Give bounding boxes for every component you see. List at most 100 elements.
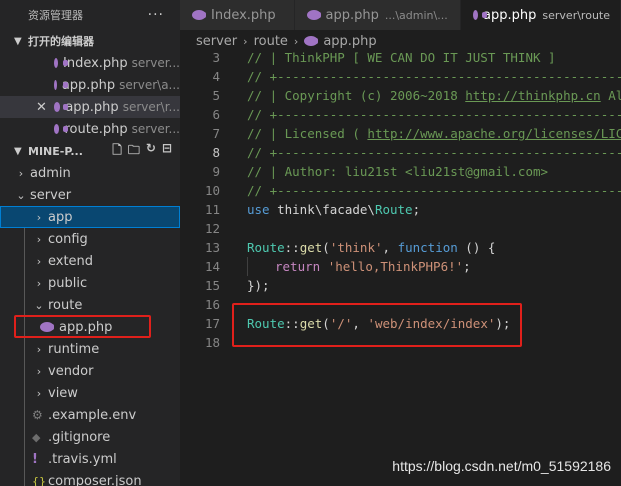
gear-icon: ⚙ — [32, 408, 43, 422]
open-editor-item-active[interactable]: ✕ app.php server\r... — [0, 96, 180, 118]
comment: // | Copyright (c) 2006~2018 — [247, 88, 466, 103]
close-icon[interactable]: ✕ — [36, 100, 47, 115]
tree-item-route[interactable]: ⌄ route — [0, 294, 180, 316]
function-name: get — [299, 240, 323, 255]
open-editors-title: 打开的编辑器 — [28, 35, 94, 48]
open-editor-desc: server\a... — [119, 78, 180, 92]
workspace-section[interactable]: ▼ MINE-P... 🗋 🗀 ↻ ⊟ — [0, 140, 180, 162]
comment: // +------------------------------------… — [247, 183, 621, 198]
php-icon — [304, 36, 319, 46]
comment: // +------------------------------------… — [247, 145, 621, 160]
open-editor-item[interactable]: app.php server\a... — [0, 74, 180, 96]
tree-label: composer.json — [48, 473, 142, 486]
code-line: 3 // | ThinkPHP [ WE CAN DO IT JUST THIN… — [180, 52, 621, 67]
collapse-all-icon[interactable]: ⊟ — [162, 141, 172, 162]
tree-label: admin — [30, 165, 71, 181]
operator: :: — [284, 240, 300, 255]
line-number: 6 — [212, 107, 220, 122]
line-number: 7 — [212, 126, 220, 141]
exclamation-icon: ! — [32, 451, 38, 467]
indent-guide — [24, 382, 25, 404]
line-number: 4 — [212, 69, 220, 84]
refresh-icon[interactable]: ↻ — [146, 141, 156, 162]
tab-admin-app-php[interactable]: app.php ...\admin\... — [294, 0, 461, 30]
string: 'hello,ThinkPHP6!' — [327, 259, 464, 274]
class-name: Route — [247, 240, 285, 255]
chevron-right-icon: › — [36, 342, 42, 356]
tree-label: route — [48, 297, 83, 313]
tree-item-runtime[interactable]: › runtime — [0, 338, 180, 360]
punctuation: , — [382, 240, 398, 255]
open-editor-item[interactable]: route.php server... — [0, 118, 180, 140]
punctuation: ; — [463, 259, 471, 274]
tree-item-gitignore[interactable]: ◆ .gitignore — [0, 426, 180, 448]
more-actions-icon[interactable]: ··· — [148, 7, 164, 23]
open-editor-item[interactable]: Index.php server... — [0, 52, 180, 74]
indent-guide — [24, 272, 25, 294]
tree-item-extend[interactable]: › extend — [0, 250, 180, 272]
indent-guide — [24, 470, 25, 486]
code-text: // | ThinkPHP [ WE CAN DO IT JUST THINK … — [220, 52, 556, 67]
new-file-icon[interactable]: 🗋 — [112, 141, 122, 162]
workspace-actions: 🗋 🗀 ↻ ⊟ — [112, 141, 180, 162]
punctuation: }); — [247, 278, 270, 293]
tree-item-server[interactable]: ⌄ server — [0, 184, 180, 206]
code-text: Route::get('think', function () { — [220, 238, 495, 257]
tree-item-admin[interactable]: › admin — [0, 162, 180, 184]
line-number: 14 — [204, 259, 220, 274]
namespace: think\facade\ — [269, 202, 375, 217]
php-icon — [54, 124, 70, 134]
line-number: 5 — [212, 88, 220, 103]
tab-label: app.php — [483, 7, 537, 23]
comment-link[interactable]: http://www.apache.org/licenses/LICENSE — [367, 126, 621, 141]
indent-guide — [24, 250, 25, 272]
tree-item-config[interactable]: › config — [0, 228, 180, 250]
open-editor-name: app.php — [65, 99, 119, 115]
tree-item-vendor[interactable]: › vendor — [0, 360, 180, 382]
php-icon — [54, 80, 68, 90]
tab-index-php[interactable]: Index.php — [180, 0, 295, 30]
tree-item-composer[interactable]: {} composer.json — [0, 470, 180, 486]
breadcrumb-item[interactable]: route — [254, 34, 288, 49]
new-folder-icon[interactable]: 🗀 — [128, 141, 140, 162]
indent-guide — [24, 426, 25, 448]
code-line: 14 return 'hello,ThinkPHP6!'; — [180, 257, 621, 276]
comment: // +------------------------------------… — [247, 69, 621, 84]
php-icon — [473, 10, 488, 20]
indent-guide — [247, 257, 275, 276]
tree-label: vendor — [48, 363, 94, 379]
watermark: https://blog.csdn.net/m0_51592186 — [392, 458, 611, 474]
php-icon — [192, 10, 206, 20]
tree-item-app[interactable]: › app — [0, 206, 180, 228]
breadcrumb-item[interactable]: app.php — [323, 34, 376, 49]
tree-item-example-env[interactable]: ⚙ .example.env — [0, 404, 180, 426]
tree-item-travis[interactable]: ! .travis.yml — [0, 448, 180, 470]
code-text: // | Copyright (c) 2006~2018 http://thin… — [220, 86, 621, 105]
tree-item-public[interactable]: › public — [0, 272, 180, 294]
indent-guide — [24, 228, 25, 250]
tree-label: view — [48, 385, 78, 401]
line-number: 16 — [204, 297, 220, 312]
open-editor-name: route.php — [64, 121, 128, 137]
comment: // | Author: liu21st <liu21st@gmail.com> — [247, 164, 549, 179]
line-number: 15 — [204, 278, 220, 293]
code-line: 5 // | Copyright (c) 2006~2018 http://th… — [180, 86, 621, 105]
comment: All — [608, 88, 621, 103]
tree-label: config — [48, 231, 88, 247]
code-text: // +------------------------------------… — [220, 105, 621, 124]
tab-desc: ...\admin\... — [384, 8, 448, 22]
tab-route-app-php[interactable]: app.php server\route — [461, 0, 621, 30]
open-editors-section[interactable]: ▼ 打开的编辑器 — [0, 30, 180, 52]
editor-tabs: Index.php app.php ...\admin\... app.php … — [180, 0, 621, 30]
code-line: 15 }); — [180, 276, 621, 295]
breadcrumb-item[interactable]: server — [196, 34, 237, 49]
workspace-title: MINE-P... — [28, 144, 83, 158]
chevron-right-icon: › — [36, 254, 42, 268]
keyword: return — [275, 259, 321, 274]
comment-link[interactable]: http://thinkphp.cn — [465, 88, 600, 103]
tree-item-view[interactable]: › view — [0, 382, 180, 404]
chevron-right-icon: › — [36, 210, 42, 224]
code-editor[interactable]: 3 // | ThinkPHP [ WE CAN DO IT JUST THIN… — [180, 52, 621, 486]
tree-label: runtime — [48, 341, 100, 357]
